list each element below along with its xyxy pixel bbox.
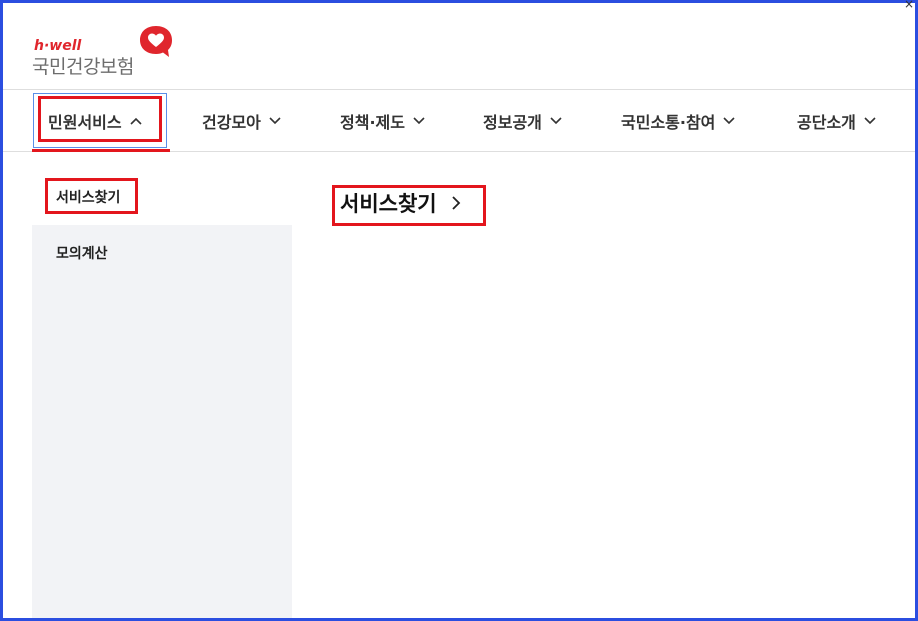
nav-item-civil-service[interactable]: 민원서비스 <box>48 90 142 151</box>
nav-item-communication[interactable]: 국민소통·참여 <box>621 90 735 151</box>
chevron-down-icon <box>723 116 735 125</box>
heart-speech-icon <box>137 24 175 64</box>
main-nav: 민원서비스 건강모아 정책·제도 정보공개 국민소통·참여 공단소개 <box>0 89 918 152</box>
chevron-down-icon <box>413 116 425 125</box>
nav-item-info-disclosure[interactable]: 정보공개 <box>483 90 562 151</box>
chevron-down-icon <box>269 116 281 125</box>
nav-item-label: 민원서비스 <box>48 112 122 132</box>
logo-name: 국민건강보험 <box>32 56 134 78</box>
nav-item-label: 국민소통·참여 <box>621 112 716 132</box>
close-icon[interactable]: × <box>904 0 914 11</box>
chevron-right-icon <box>451 195 461 211</box>
nav-item-label: 공단소개 <box>797 112 856 132</box>
sidebar-item-mock-calculation[interactable]: 모의계산 <box>56 243 108 263</box>
chevron-up-icon <box>130 117 142 125</box>
service-search-link[interactable]: 서비스찾기 <box>340 188 461 218</box>
page-title: 서비스찾기 <box>340 192 437 216</box>
nav-item-label: 정책·제도 <box>340 112 405 132</box>
nav-item-label: 건강모아 <box>202 112 261 132</box>
nav-item-policy[interactable]: 정책·제도 <box>340 90 425 151</box>
site-logo[interactable]: h·well 국민건강보험 <box>32 24 182 80</box>
active-tab-underline <box>32 149 170 152</box>
nav-item-about[interactable]: 공단소개 <box>797 90 876 151</box>
chevron-down-icon <box>550 116 562 125</box>
nav-item-health-moa[interactable]: 건강모아 <box>202 90 281 151</box>
nav-item-label: 정보공개 <box>483 112 542 132</box>
sidebar-item-service-search[interactable]: 서비스찾기 <box>56 187 120 207</box>
submenu-sidebar: 서비스찾기 모의계산 <box>32 153 292 621</box>
sidebar-spacer <box>32 153 292 169</box>
chevron-down-icon <box>864 116 876 125</box>
